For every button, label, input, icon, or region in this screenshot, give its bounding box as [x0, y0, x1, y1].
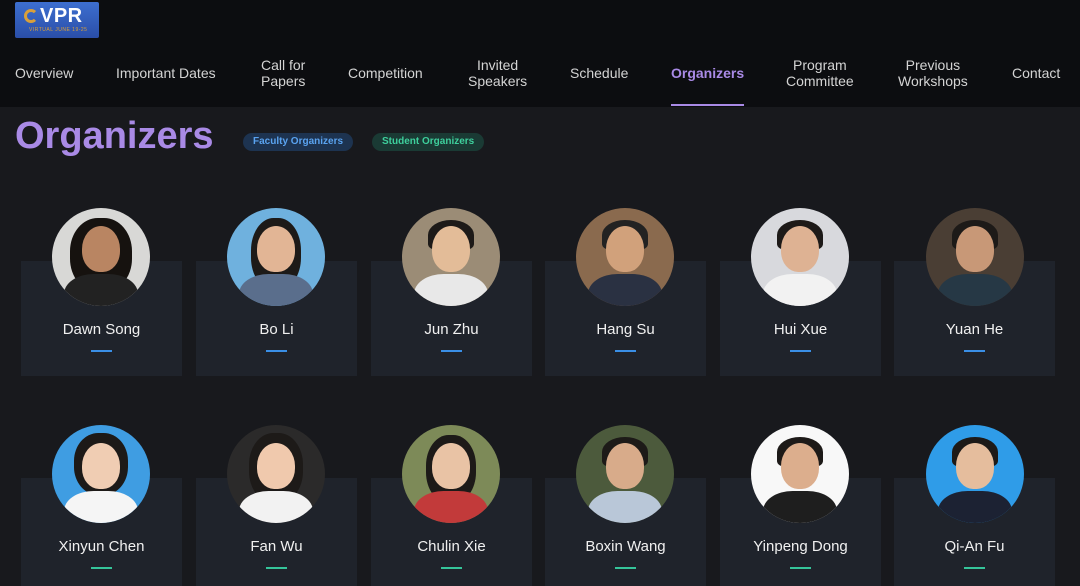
card-accent-line — [266, 567, 287, 569]
student-organizers-tag[interactable]: Student Organizers — [372, 133, 485, 151]
nav-invited-speakers-line1: Invited — [476, 57, 519, 73]
nav-program-committee[interactable]: Program Committee — [786, 57, 854, 89]
organizer-name: Hui Xue — [773, 321, 828, 338]
organizer-photo — [751, 425, 849, 523]
logo-c-icon — [24, 9, 38, 23]
nav-contact[interactable]: Contact — [1012, 65, 1060, 81]
organizer-name: Chulin Xie — [417, 538, 486, 555]
card-accent-line — [441, 350, 462, 352]
card-accent-line — [964, 350, 985, 352]
nav-schedule[interactable]: Schedule — [570, 65, 628, 81]
nav-competition[interactable]: Competition — [348, 65, 423, 81]
nav-invited-speakers-line2: Speakers — [468, 73, 528, 89]
organizer-name: Fan Wu — [250, 538, 303, 555]
card-accent-line — [964, 567, 985, 569]
card-accent-line — [266, 350, 287, 352]
card-accent-line — [91, 567, 112, 569]
organizer-photo — [576, 425, 674, 523]
card-accent-line — [441, 567, 462, 569]
organizer-photo — [402, 425, 500, 523]
nav-overview[interactable]: Overview — [15, 65, 73, 81]
organizer-photo — [52, 208, 150, 306]
organizer-photo — [52, 425, 150, 523]
nav-important-dates[interactable]: Important Dates — [116, 65, 216, 81]
organizer-name: Hang Su — [596, 321, 655, 338]
organizer-photo — [227, 425, 325, 523]
organizer-photo — [926, 208, 1024, 306]
nav-call-for-papers[interactable]: Call for Papers — [261, 57, 305, 89]
nav-call-for-papers-line1: Call for — [261, 57, 306, 73]
organizer-name: Xinyun Chen — [58, 538, 145, 555]
organizer-name: Bo Li — [259, 321, 294, 338]
logo-subtitle: VIRTUAL JUNE 19-25 — [29, 27, 88, 33]
organizer-photo — [926, 425, 1024, 523]
nav-organizers[interactable]: Organizers — [671, 65, 744, 81]
nav-active-indicator — [671, 104, 744, 106]
organizer-name: Jun Zhu — [424, 321, 479, 338]
nav-invited-speakers[interactable]: Invited Speakers — [468, 57, 527, 89]
organizer-name: Qi-An Fu — [944, 538, 1005, 555]
nav-call-for-papers-line2: Papers — [261, 73, 306, 89]
organizer-name: Boxin Wang — [585, 538, 666, 555]
organizer-photo — [576, 208, 674, 306]
organizer-photo — [227, 208, 325, 306]
card-accent-line — [615, 350, 636, 352]
top-navbar: VPR VIRTUAL JUNE 19-25 Overview Importan… — [0, 0, 1080, 107]
nav-previous-workshops[interactable]: Previous Workshops — [898, 57, 968, 89]
card-accent-line — [615, 567, 636, 569]
faculty-organizers-tag[interactable]: Faculty Organizers — [243, 133, 354, 151]
nav-program-committee-line1: Program — [793, 57, 847, 73]
card-accent-line — [790, 350, 811, 352]
logo-text: VPR — [40, 5, 83, 27]
page-title: Organizers — [15, 115, 214, 157]
nav-previous-workshops-line1: Previous — [905, 57, 961, 73]
nav-previous-workshops-line2: Workshops — [898, 73, 968, 89]
card-accent-line — [91, 350, 112, 352]
nav-program-committee-line2: Committee — [786, 73, 854, 89]
organizer-photo — [402, 208, 500, 306]
cvpr-logo[interactable]: VPR VIRTUAL JUNE 19-25 — [15, 2, 99, 38]
organizer-name: Yuan He — [945, 321, 1004, 338]
card-accent-line — [790, 567, 811, 569]
organizer-name: Dawn Song — [62, 321, 141, 338]
organizer-name: Yinpeng Dong — [753, 538, 848, 555]
organizer-photo — [751, 208, 849, 306]
